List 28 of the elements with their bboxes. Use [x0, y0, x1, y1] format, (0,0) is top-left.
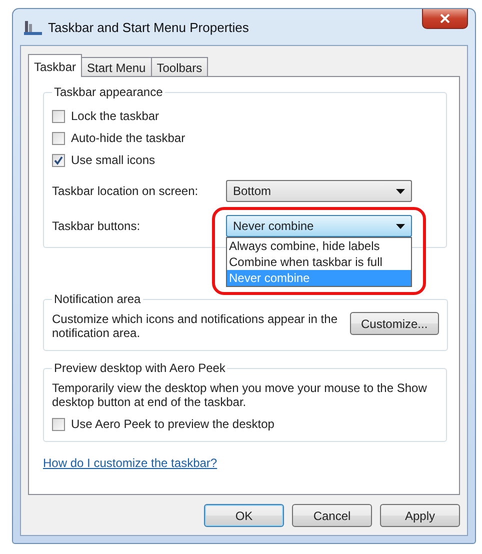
group-title: Taskbar appearance	[53, 85, 164, 99]
checkbox[interactable]: Auto-hide the taskbar	[52, 131, 186, 145]
checkbox[interactable]: Lock the taskbar	[52, 109, 160, 123]
field-label: Taskbar buttons:	[52, 219, 142, 233]
description-text: Temporarily view the desktop when you move your mouse to the Show desktop button at end of the taskbar.	[52, 381, 428, 409]
close-icon	[440, 14, 450, 23]
checkbox[interactable]: Use Aero Peek to preview the desktop	[52, 417, 274, 431]
checkbox[interactable]: Use small icons	[52, 153, 156, 167]
dialog-button[interactable]: Apply	[380, 504, 460, 527]
buttons-dropdown[interactable]: Never combine	[226, 215, 412, 237]
close-button[interactable]	[422, 9, 468, 29]
dialog-button[interactable]: Cancel	[292, 504, 372, 527]
dialog-button[interactable]: OK	[204, 504, 284, 527]
taskbar-icon	[24, 19, 42, 35]
field-label: Taskbar location on screen:	[52, 184, 200, 198]
group-title: Preview desktop with Aero Peek	[53, 361, 226, 375]
location-dropdown[interactable]: Bottom	[226, 180, 412, 202]
tab[interactable]: Start Menu	[81, 57, 152, 76]
window-title: Taskbar and Start Menu Properties	[48, 20, 250, 34]
dropdown-arrow-icon	[396, 188, 405, 194]
tab[interactable]: Toolbars	[150, 57, 208, 76]
help-link[interactable]: How do I customize the taskbar?	[43, 456, 218, 470]
dropdown-arrow-icon	[396, 224, 405, 228]
customize-button[interactable]: Customize...	[350, 312, 439, 335]
group-title: Notification area	[53, 292, 142, 306]
description-text: Customize which icons and notifications appear in the notification area.	[52, 312, 338, 340]
tab[interactable]: Taskbar	[28, 54, 82, 77]
check-icon	[54, 156, 63, 164]
